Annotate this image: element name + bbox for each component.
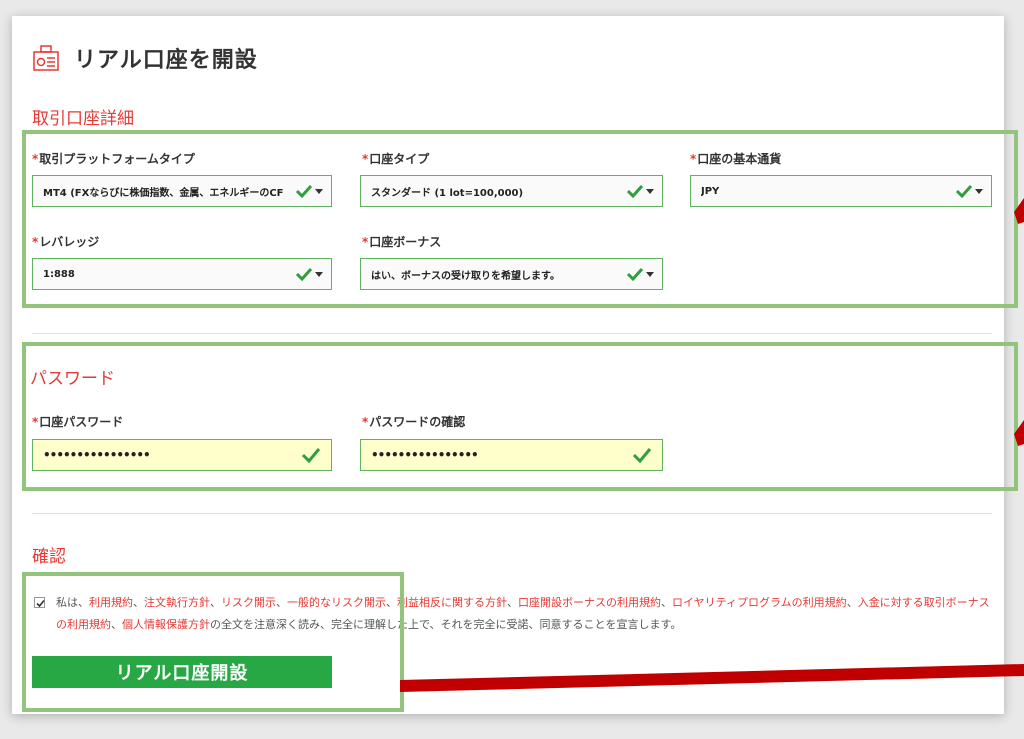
link-loyalty-terms[interactable]: ロイヤリティプログラムの利用規約: [672, 596, 847, 609]
highlight-box-password: [22, 342, 1018, 491]
link-conflict-of-interest[interactable]: 利益相反に関する方針: [397, 596, 507, 609]
section-title-confirmation: 確認: [32, 547, 66, 567]
highlight-box-submit: [22, 572, 404, 712]
account-form-icon: [32, 44, 60, 72]
header: リアル口座を開設: [32, 40, 258, 76]
divider: [32, 513, 992, 514]
section-title-account-details: 取引口座詳細: [32, 109, 134, 129]
page-title: リアル口座を開設: [74, 48, 258, 73]
highlight-box-account-details: [22, 130, 1018, 308]
divider: [32, 333, 992, 334]
link-bonus-terms[interactable]: 口座開設ボーナスの利用規約: [518, 596, 661, 609]
